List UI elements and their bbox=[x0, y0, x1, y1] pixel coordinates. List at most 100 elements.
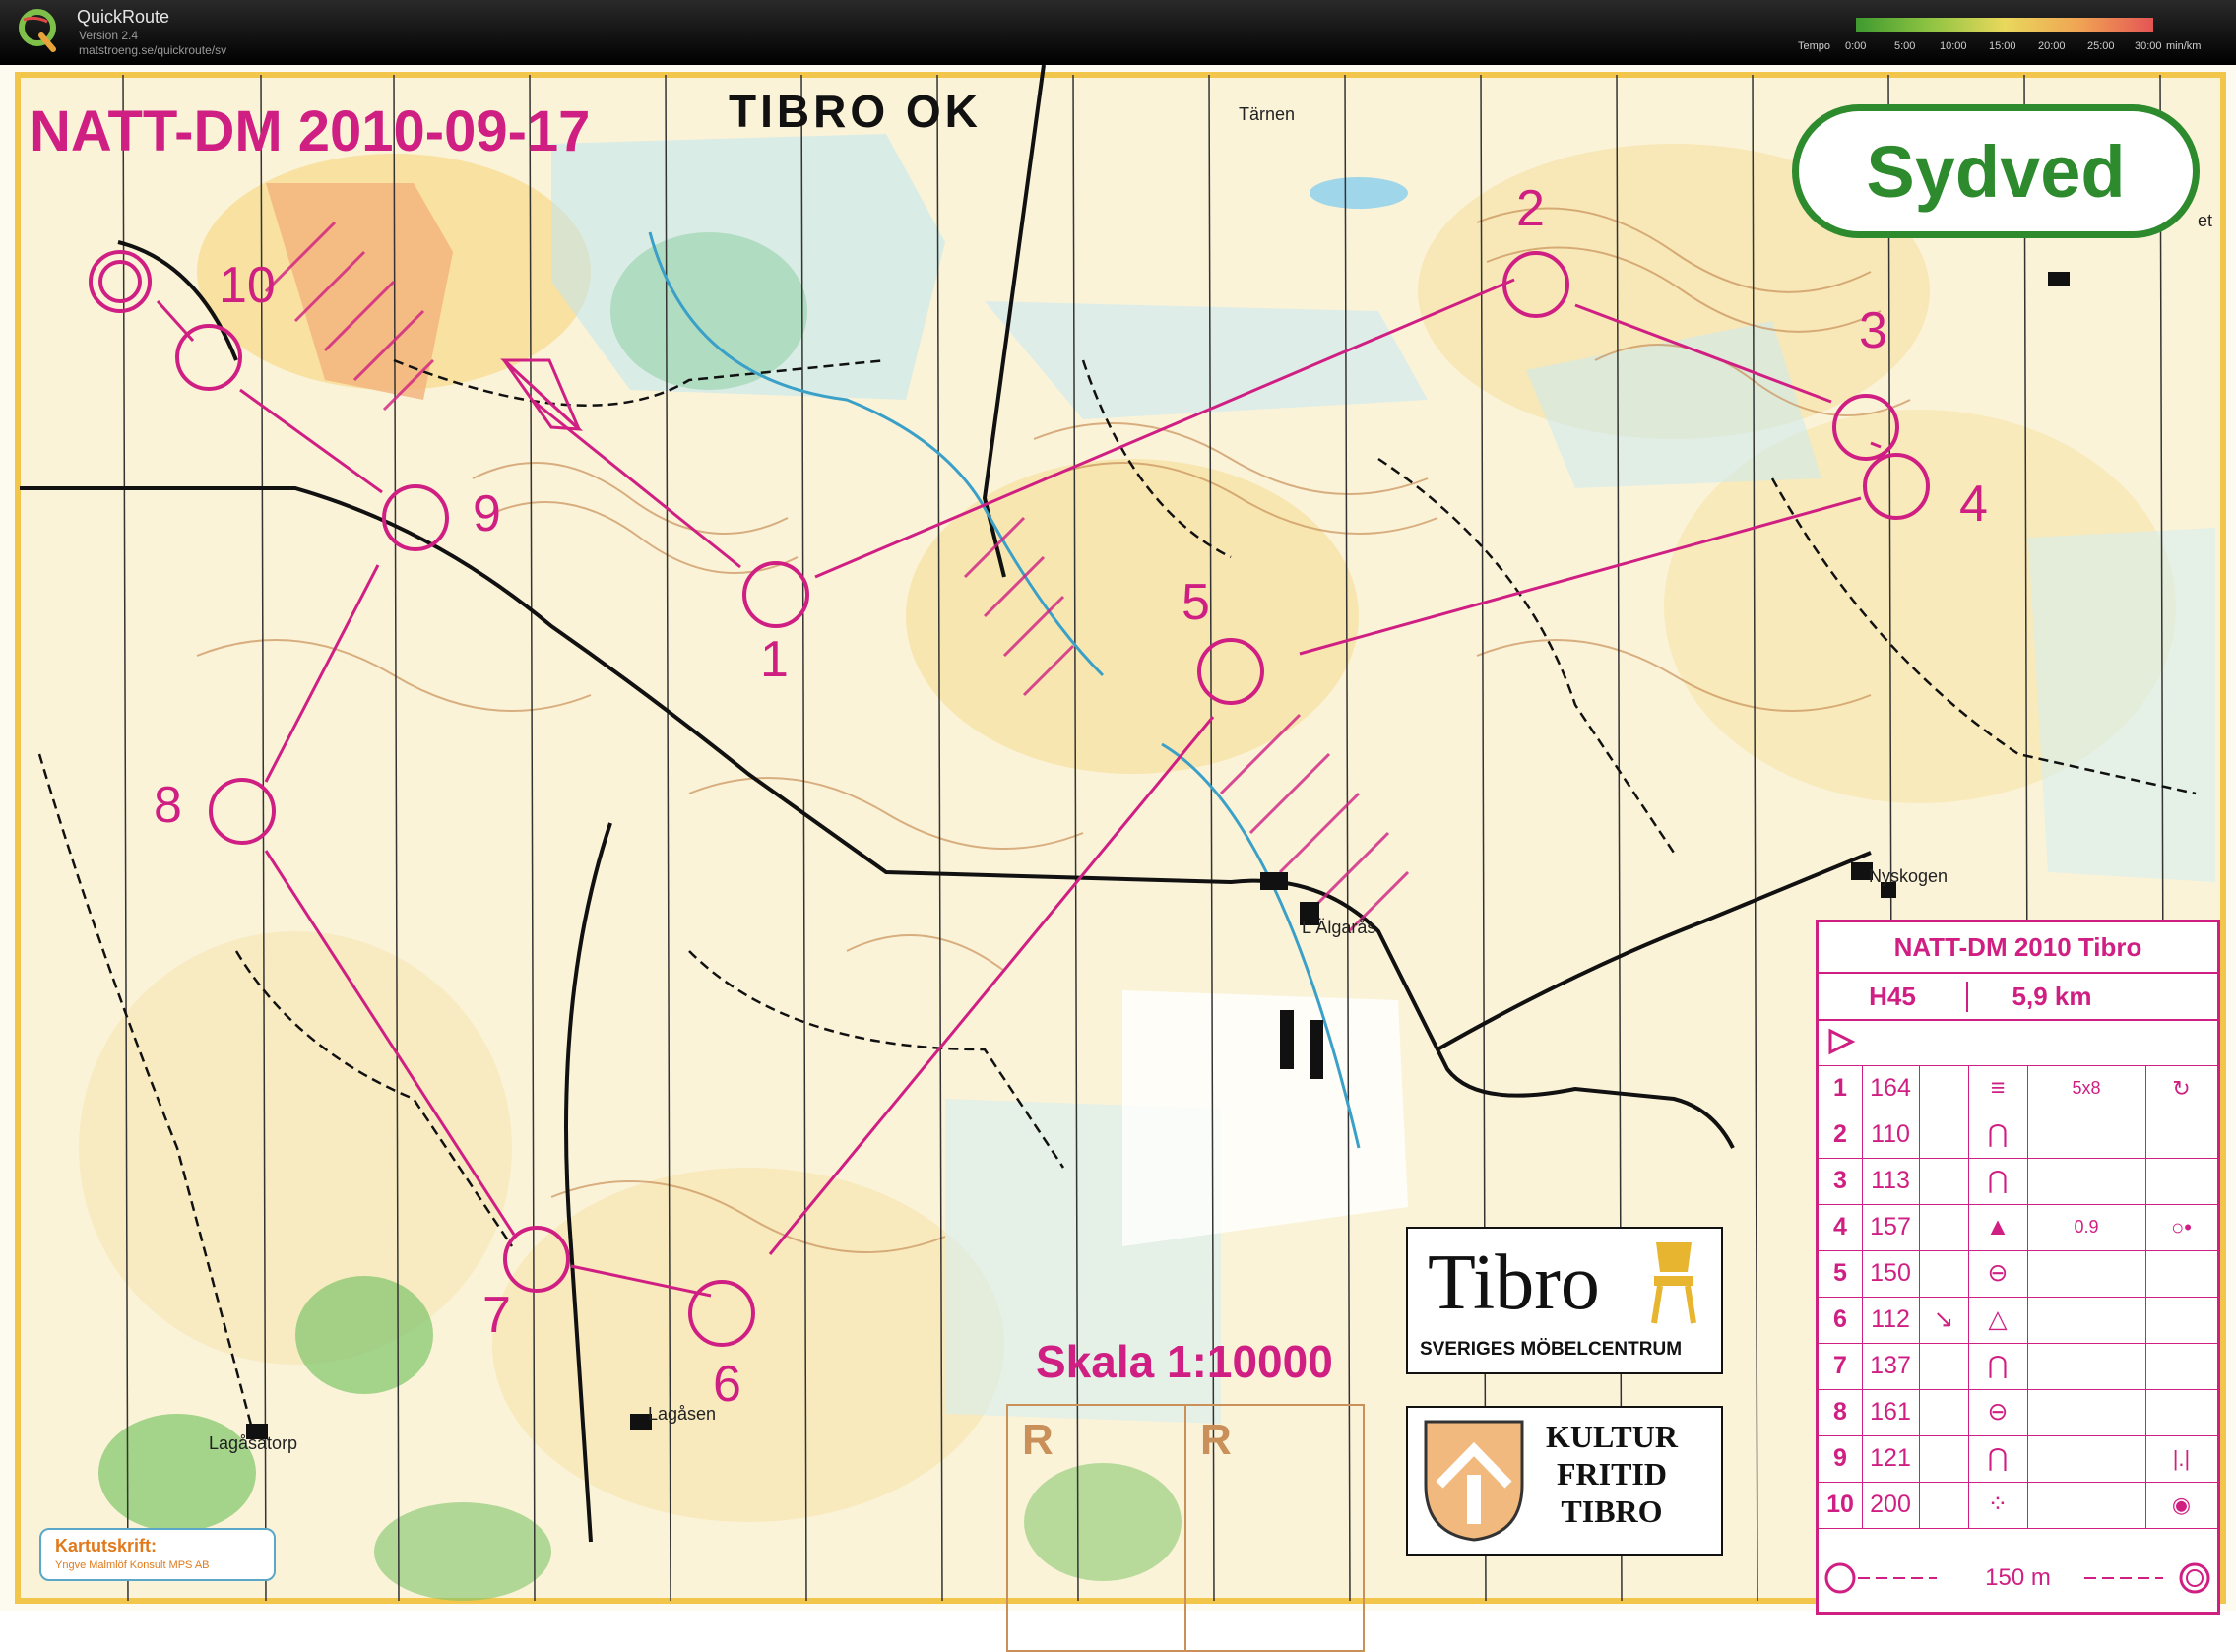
finish-row: 150 m bbox=[1819, 1553, 2217, 1608]
control-extra: ○• bbox=[2171, 1215, 2192, 1239]
kultur-logo-text: KULTUR FRITID TIBRO bbox=[1546, 1418, 1678, 1530]
kultur-line: FRITID bbox=[1556, 1456, 1667, 1492]
control-number-5: 5 bbox=[1182, 574, 1210, 631]
control-code: 110 bbox=[1862, 1112, 1920, 1158]
control-dim: 0.9 bbox=[2027, 1204, 2146, 1250]
course-distance: 5,9 km bbox=[1966, 982, 2136, 1012]
map-title: NATT-DM 2010-09-17 bbox=[30, 99, 591, 163]
control-extra bbox=[2145, 1297, 2217, 1343]
control-dim bbox=[2027, 1343, 2146, 1389]
tempo-tick: 10:00 bbox=[1940, 40, 1967, 52]
course-class: H45 bbox=[1869, 982, 1916, 1011]
place-name: Lagåsatorp bbox=[209, 1433, 298, 1453]
orienteering-map[interactable]: NATT-DM 2010-09-17 TIBRO OK Sydved 1 2 3… bbox=[0, 65, 2236, 1652]
tempo-unit: min/km bbox=[2166, 40, 2202, 52]
sydved-logo: Sydved bbox=[1792, 104, 2200, 238]
control-dim bbox=[2027, 1389, 2146, 1435]
control-code: 157 bbox=[1862, 1204, 1920, 1250]
place-name: L Älgarås bbox=[1302, 918, 1376, 937]
control-extra: |.| bbox=[2172, 1446, 2191, 1471]
tibro-ok-logo: TIBRO OK bbox=[729, 86, 982, 137]
control-code: 150 bbox=[1862, 1250, 1920, 1297]
control-c3 bbox=[1919, 1482, 1969, 1528]
kultur-fritid-logo: KULTUR FRITID TIBRO bbox=[1406, 1406, 1723, 1556]
control-num: 5 bbox=[1819, 1250, 1863, 1297]
control-num: 1 bbox=[1819, 1065, 1863, 1112]
control-row: 7 137 ⋂ bbox=[1819, 1343, 2217, 1390]
control-row: 2 110 ⋂ bbox=[1819, 1112, 2217, 1159]
control-row: 10 200 ⁘ ◉ bbox=[1819, 1482, 2217, 1529]
control-code: 113 bbox=[1862, 1158, 1920, 1204]
kultur-line: TIBRO bbox=[1561, 1493, 1663, 1529]
app-name: QuickRoute bbox=[77, 7, 170, 27]
control-dim: 5x8 bbox=[2027, 1065, 2146, 1112]
control-row: 5 150 ⊖ bbox=[1819, 1250, 2217, 1298]
control-feature: ⊖ bbox=[1968, 1389, 2028, 1435]
tempo-tick: 25:00 bbox=[2087, 40, 2115, 52]
tempo-tick: 5:00 bbox=[1894, 40, 1916, 52]
control-feature: ⋂ bbox=[1968, 1343, 2028, 1389]
control-c3 bbox=[1919, 1158, 1969, 1204]
control-feature: ⋂ bbox=[1968, 1435, 2028, 1482]
tempo-tick: 30:00 bbox=[2135, 40, 2162, 52]
credit-subtitle: Yngve Malmlöf Konsult MPS AB bbox=[55, 1559, 210, 1571]
control-num: 2 bbox=[1819, 1112, 1863, 1158]
place-name: Tärnen bbox=[1239, 104, 1296, 124]
control-number-6: 6 bbox=[713, 1356, 741, 1413]
app-url[interactable]: matstroeng.se/quickroute/sv bbox=[79, 43, 226, 57]
control-feature: ⋂ bbox=[1968, 1112, 2028, 1158]
control-number-2: 2 bbox=[1516, 180, 1545, 237]
control-feature: ⁘ bbox=[1968, 1482, 2028, 1528]
control-code: 112 bbox=[1862, 1297, 1920, 1343]
control-feature: △ bbox=[1968, 1297, 2028, 1343]
control-code: 137 bbox=[1862, 1343, 1920, 1389]
control-feature: ▲ bbox=[1968, 1204, 2028, 1250]
control-code: 121 bbox=[1862, 1435, 1920, 1482]
control-code: 161 bbox=[1862, 1389, 1920, 1435]
control-dim bbox=[2027, 1112, 2146, 1158]
control-c3 bbox=[1919, 1250, 1969, 1297]
control-extra: ◉ bbox=[2171, 1493, 2192, 1517]
control-number-1: 1 bbox=[760, 631, 789, 688]
control-row: 4 157 ▲ 0.9 ○• bbox=[1819, 1204, 2217, 1251]
tibro-logo-subtitle: SVERIGES MÖBELCENTRUM bbox=[1420, 1339, 1683, 1360]
kultur-line: KULTUR bbox=[1546, 1419, 1678, 1454]
control-row: 6 112 ↘ △ bbox=[1819, 1297, 2217, 1344]
control-c3 bbox=[1919, 1065, 1969, 1112]
control-extra bbox=[2145, 1112, 2217, 1158]
description-title: NATT-DM 2010 Tibro bbox=[1893, 932, 2142, 962]
control-extra bbox=[2145, 1343, 2217, 1389]
control-dim bbox=[2027, 1158, 2146, 1204]
control-code: 164 bbox=[1862, 1065, 1920, 1112]
control-row: 3 113 ⋂ bbox=[1819, 1158, 2217, 1205]
control-dim bbox=[2027, 1482, 2146, 1528]
control-dim bbox=[2027, 1435, 2146, 1482]
control-number-8: 8 bbox=[154, 777, 182, 834]
control-num: 7 bbox=[1819, 1343, 1863, 1389]
tempo-label: Tempo bbox=[1798, 40, 1831, 52]
control-number-7: 7 bbox=[482, 1287, 511, 1344]
start-row bbox=[1819, 1019, 2217, 1066]
start-triangle-icon bbox=[1828, 1028, 1856, 1055]
credit-title: Kartutskrift: bbox=[55, 1536, 158, 1556]
app-version: Version 2.4 bbox=[79, 29, 139, 42]
control-c3 bbox=[1919, 1204, 1969, 1250]
control-num: 4 bbox=[1819, 1204, 1863, 1250]
control-extra bbox=[2145, 1158, 2217, 1204]
refreshment-label: R bbox=[1200, 1416, 1232, 1464]
control-feature: ⋂ bbox=[1968, 1158, 2028, 1204]
control-num: 3 bbox=[1819, 1158, 1863, 1204]
tempo-color-scale bbox=[1856, 18, 2153, 32]
control-c3 bbox=[1919, 1435, 1969, 1482]
quickroute-logo-icon bbox=[19, 9, 56, 52]
tibro-logo-word: Tibro bbox=[1428, 1239, 1600, 1326]
chair-icon bbox=[1651, 1242, 1696, 1324]
place-name: Lagåsen bbox=[648, 1404, 717, 1424]
control-c3 bbox=[1919, 1112, 1969, 1158]
control-c3: ↘ bbox=[1919, 1297, 1969, 1343]
place-name: Nyskogen bbox=[1869, 866, 1949, 886]
control-number-10: 10 bbox=[219, 257, 276, 314]
tempo-tick: 20:00 bbox=[2038, 40, 2066, 52]
control-feature: ⊖ bbox=[1968, 1250, 2028, 1297]
control-row: 9 121 ⋂ |.| bbox=[1819, 1435, 2217, 1483]
